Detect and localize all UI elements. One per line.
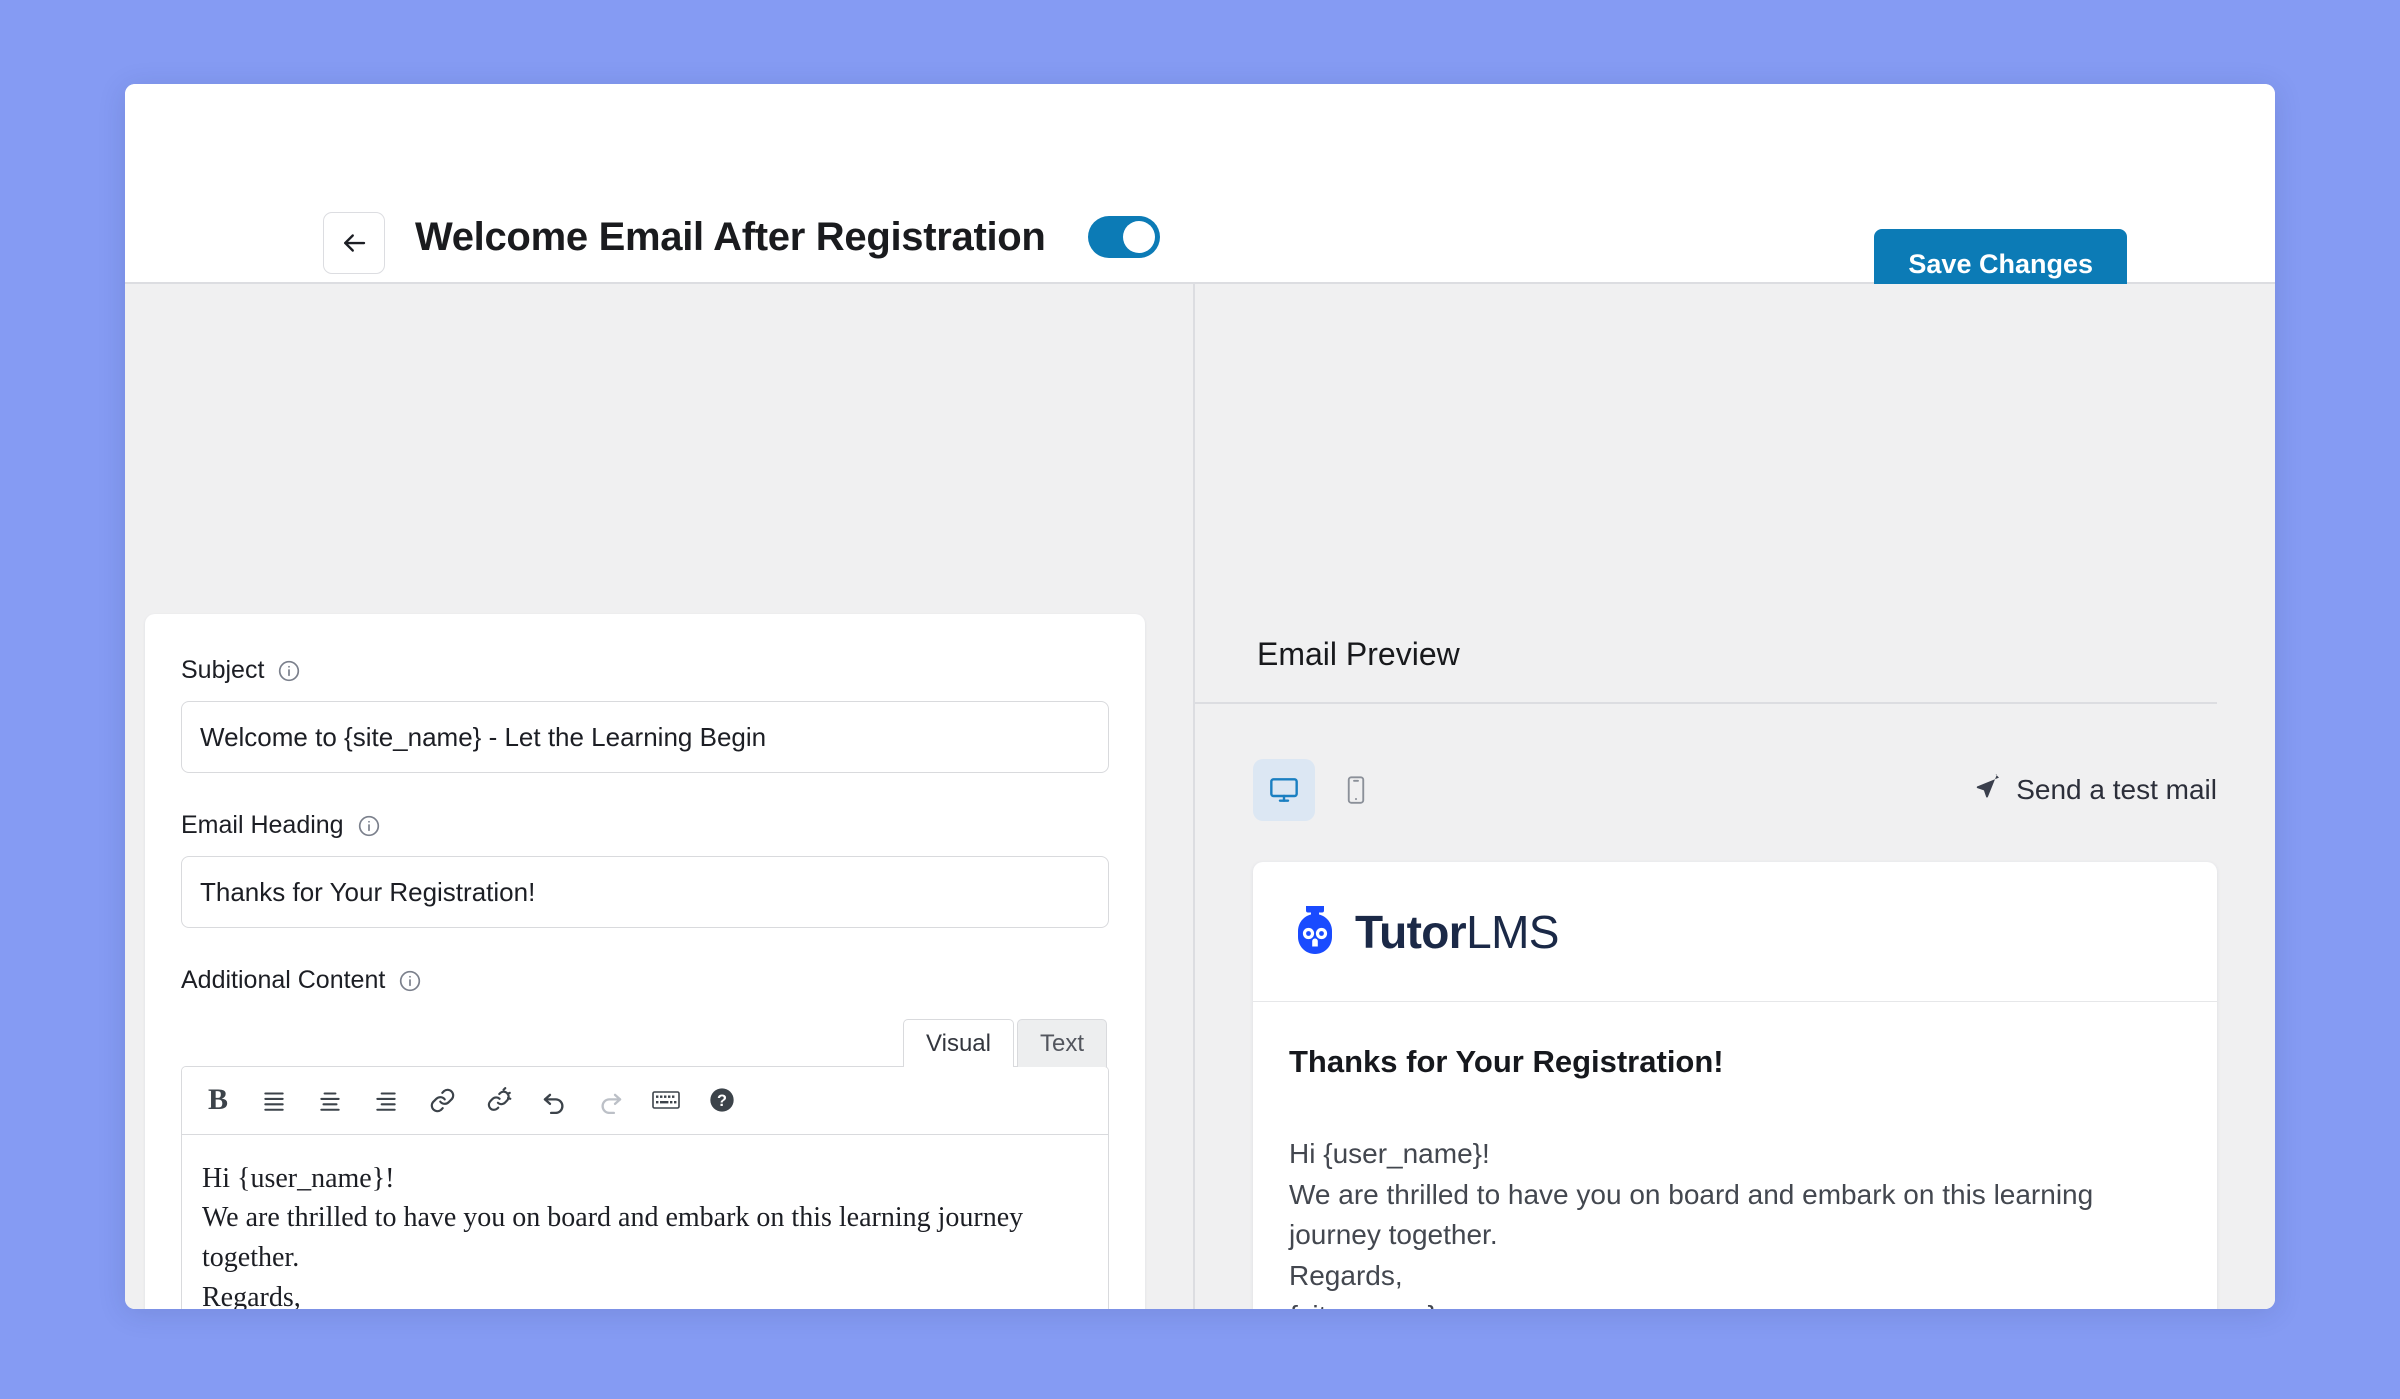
subject-label: Subject [181,656,265,684]
tab-text[interactable]: Text [1016,1019,1107,1067]
settings-pane: Restore Default Subject [125,284,1195,1309]
email-body-line: {site_name} [1289,1296,2181,1309]
toggle-knob [1122,221,1155,253]
preview-pane: Email Preview Send a test mail TutorLMS … [1195,284,2275,1309]
email-preview-title: Email Preview [1257,636,1460,672]
arrow-left-icon [339,228,369,258]
preview-toolbar: Send a test mail [1253,754,2217,826]
svg-text:?: ? [717,1092,727,1110]
mobile-preview-icon[interactable] [1325,759,1387,821]
email-preview-body: Hi {user_name}! We are thrilled to have … [1289,1134,2181,1309]
send-icon [1974,773,2002,807]
keyboard-shortcuts-icon[interactable] [642,1076,690,1124]
info-icon[interactable] [398,969,422,993]
email-logo-bar: TutorLMS [1253,862,2217,1002]
editor-content[interactable]: Hi {user_name}! We are thrilled to have … [182,1135,1108,1310]
modal-header: Welcome Email After Registration Email t… [125,84,2275,317]
help-icon[interactable]: ? [698,1076,746,1124]
title-row: Welcome Email After Registration [415,206,1160,268]
send-test-mail-button[interactable]: Send a test mail [1974,773,2217,807]
email-preview-heading: Thanks for Your Registration! [1289,1044,1724,1079]
email-heading-label: Email Heading [181,811,344,839]
editor-box: B ? Hi {user_name}! We are thrilled to h… [181,1065,1109,1310]
tab-visual[interactable]: Visual [903,1019,1014,1067]
editor-line: Hi {user_name}! [202,1162,395,1194]
info-icon[interactable] [357,814,381,838]
undo-icon[interactable] [530,1076,578,1124]
preview-divider [1195,702,2217,704]
additional-content-label: Additional Content [181,966,386,994]
email-enabled-toggle[interactable] [1087,216,1160,258]
email-body-line: Regards, [1289,1259,1403,1291]
link-icon[interactable] [418,1076,466,1124]
unlink-icon[interactable] [474,1076,522,1124]
back-button[interactable] [323,212,385,274]
rich-text-editor: Visual Text B ? Hi {user_name}! We are t… [181,1019,1109,1309]
email-form-card: Subject Email Heading [145,614,1145,1309]
logo-text-light: LMS [1466,905,1559,958]
subject-input[interactable] [181,701,1109,773]
editor-line: We are thrilled to have you on board and… [202,1202,1024,1273]
desktop-preview-icon[interactable] [1253,759,1315,821]
email-body-line: Hi {user_name}! [1289,1138,1490,1169]
redo-icon[interactable] [586,1076,634,1124]
editor-tabs: Visual Text [181,1019,1109,1067]
additional-content-label-row: Additional Content [181,966,1109,995]
align-center-icon[interactable] [306,1076,354,1124]
tutor-lms-logo-icon [1289,902,1341,961]
email-body-line: We are thrilled to have you on board and… [1289,1178,2094,1251]
align-right-icon[interactable] [362,1076,410,1124]
email-preview-card: TutorLMS Thanks for Your Registration! H… [1253,862,2217,1309]
subject-label-row: Subject [181,656,1109,685]
heading-label-row: Email Heading [181,811,1109,840]
editor-line: Regards, [202,1281,301,1309]
modal-body: Restore Default Subject [125,284,2275,1309]
device-toggle-group [1253,759,1387,821]
editor-toolbar: B ? [182,1066,1108,1135]
tutor-lms-logo-text: TutorLMS [1355,905,1560,959]
email-heading-input[interactable] [181,856,1109,928]
page-title: Welcome Email After Registration [415,214,1046,259]
email-settings-modal: Welcome Email After Registration Email t… [125,84,2275,1309]
align-left-icon[interactable] [250,1076,298,1124]
email-body: Thanks for Your Registration! Hi {user_n… [1253,1002,2217,1309]
logo-text-bold: Tutor [1355,905,1467,958]
send-test-mail-label: Send a test mail [2016,774,2217,805]
info-icon[interactable] [277,659,301,683]
bold-icon[interactable]: B [194,1076,242,1124]
